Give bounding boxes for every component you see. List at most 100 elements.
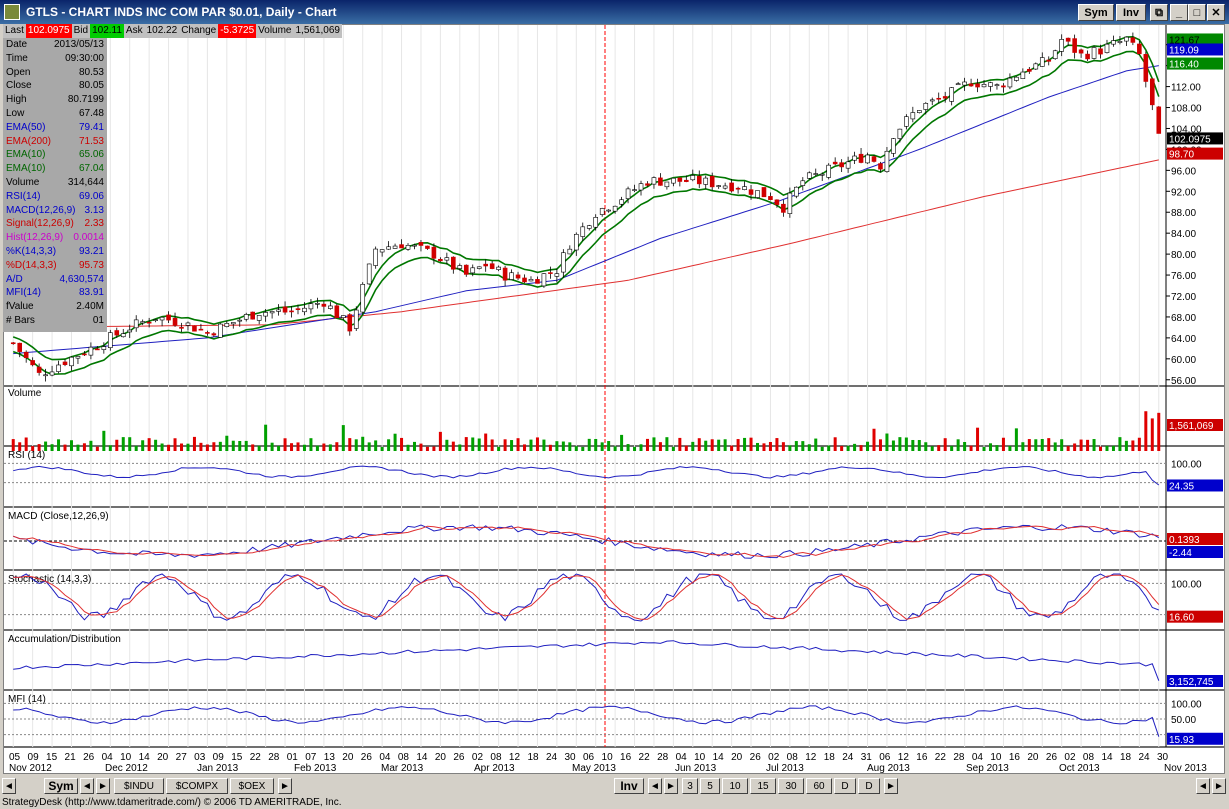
panel-title-macd: MACD (Close,12,26,9) (8, 511, 109, 522)
candle-body (606, 209, 611, 212)
x-day-label: 06 (583, 752, 595, 763)
volume-bar (1060, 439, 1064, 451)
volume-bar (988, 443, 992, 451)
volume-bar (367, 442, 371, 451)
volume-bar (205, 444, 209, 451)
hscroll-left-icon[interactable]: ◄ (1196, 778, 1210, 794)
data-row: Close 80.05 (3, 79, 107, 93)
candle-body (1059, 39, 1064, 52)
interval-scroll-right-icon[interactable]: ► (884, 778, 898, 794)
candle-body (561, 252, 566, 273)
sym-button[interactable]: Sym (1078, 4, 1114, 21)
candle-body (166, 314, 171, 321)
inv-tab[interactable]: Inv (614, 778, 644, 794)
volume-bar (523, 444, 527, 451)
volume-bar (827, 445, 831, 451)
x-day-label: 12 (898, 752, 910, 763)
chart-area[interactable]: 120.00116.00112.00108.00104.00100.0096.0… (3, 24, 1225, 774)
window-title-bar[interactable]: GTLS - CHART INDS INC COM PAR $0.01, Dai… (0, 0, 1229, 24)
interval-tab[interactable]: D (858, 778, 880, 794)
volume-bar (982, 446, 986, 451)
volume-bar (1124, 440, 1128, 451)
volume-bar (639, 444, 643, 451)
volume-bar (277, 445, 281, 451)
volume-bar (290, 443, 294, 451)
candle-body (205, 332, 210, 334)
maximize-icon[interactable]: □ (1188, 4, 1206, 21)
interval-tab[interactable]: 5 (700, 778, 720, 794)
volume-bar (141, 440, 145, 451)
volume-bar (419, 443, 423, 451)
tab-prev-icon[interactable]: ◄ (80, 778, 94, 794)
price-tick-label: 84.00 (1171, 229, 1196, 240)
volume-bar (438, 431, 442, 451)
x-day-label: 03 (194, 752, 206, 763)
price-label: 102.0975 (1169, 134, 1211, 145)
interval-tab[interactable]: 10 (722, 778, 748, 794)
scroll-right-icon[interactable]: ► (278, 778, 292, 794)
x-day-label: 28 (657, 752, 669, 763)
volume-bar (963, 442, 967, 451)
interval-tab[interactable]: 3 (682, 778, 698, 794)
volume-bar (95, 446, 99, 451)
interval-tab[interactable]: 15 (750, 778, 776, 794)
candle-body (658, 177, 663, 186)
x-day-label: 26 (453, 752, 465, 763)
candle-body (942, 96, 948, 99)
data-value: 2.40M (76, 301, 104, 313)
change-value: -5.3725 (218, 24, 257, 38)
data-key: EMA(10) (6, 149, 46, 161)
chart-canvas[interactable]: 120.00116.00112.00108.00104.00100.0096.0… (4, 25, 1224, 773)
volume-bar (768, 441, 772, 451)
volume-bar (328, 444, 332, 451)
price-tick-label: 64.00 (1171, 334, 1196, 345)
candle-body (444, 257, 450, 261)
data-value: 93.21 (78, 245, 104, 257)
stoch-k-line (13, 573, 1159, 622)
volume-bar (1047, 438, 1051, 451)
restore-icon[interactable]: ⧉ (1150, 4, 1168, 21)
x-month-label: Nov 2013 (1164, 763, 1207, 773)
close-icon[interactable]: ✕ (1207, 4, 1225, 21)
data-row: EMA(10) 65.06 (3, 148, 107, 162)
volume-bar (781, 442, 785, 451)
x-day-label: 28 (268, 752, 280, 763)
x-month-label: Apr 2013 (474, 763, 515, 773)
candle-body (399, 244, 404, 249)
volume-bar (102, 430, 106, 451)
volume-bar (600, 442, 604, 451)
symbol-tab-indu[interactable]: $INDU (114, 778, 164, 794)
candle-body (269, 311, 275, 314)
interval-next-icon[interactable]: ► (664, 778, 678, 794)
x-day-label: 18 (824, 752, 836, 763)
inv-button[interactable]: Inv (1116, 4, 1146, 21)
interval-tab[interactable]: 30 (778, 778, 804, 794)
candle-body (237, 319, 243, 322)
symbol-tab-oex[interactable]: $OEX (230, 778, 274, 794)
hscroll-right-icon[interactable]: ► (1212, 778, 1226, 794)
volume-bar (1073, 443, 1077, 451)
volume-bar (393, 433, 397, 451)
minimize-icon[interactable]: _ (1170, 4, 1188, 21)
tab-next-icon[interactable]: ► (96, 778, 110, 794)
symbol-tab-compx[interactable]: $COMPX (166, 778, 228, 794)
interval-tab[interactable]: D (834, 778, 856, 794)
sym-tab[interactable]: Sym (44, 778, 78, 794)
volume-bar (238, 440, 242, 451)
data-row: Hist(12,26,9) 0.0014 (3, 231, 107, 245)
candle-body (936, 97, 942, 100)
volume-bar (665, 437, 669, 451)
volume-bar (1008, 445, 1012, 451)
interval-prev-icon[interactable]: ◄ (648, 778, 662, 794)
candle-body (1039, 57, 1045, 67)
volume-bar (788, 445, 792, 451)
candle-body (1104, 43, 1110, 53)
volume-bar (1092, 439, 1096, 451)
volume-bar (186, 443, 190, 451)
interval-tab[interactable]: 60 (806, 778, 832, 794)
volume-bar (872, 428, 876, 451)
volume-bar (930, 446, 934, 451)
scroll-left-icon[interactable]: ◄ (2, 778, 16, 794)
x-day-label: 12 (805, 752, 817, 763)
data-row: fValue 2.40M (3, 300, 107, 314)
